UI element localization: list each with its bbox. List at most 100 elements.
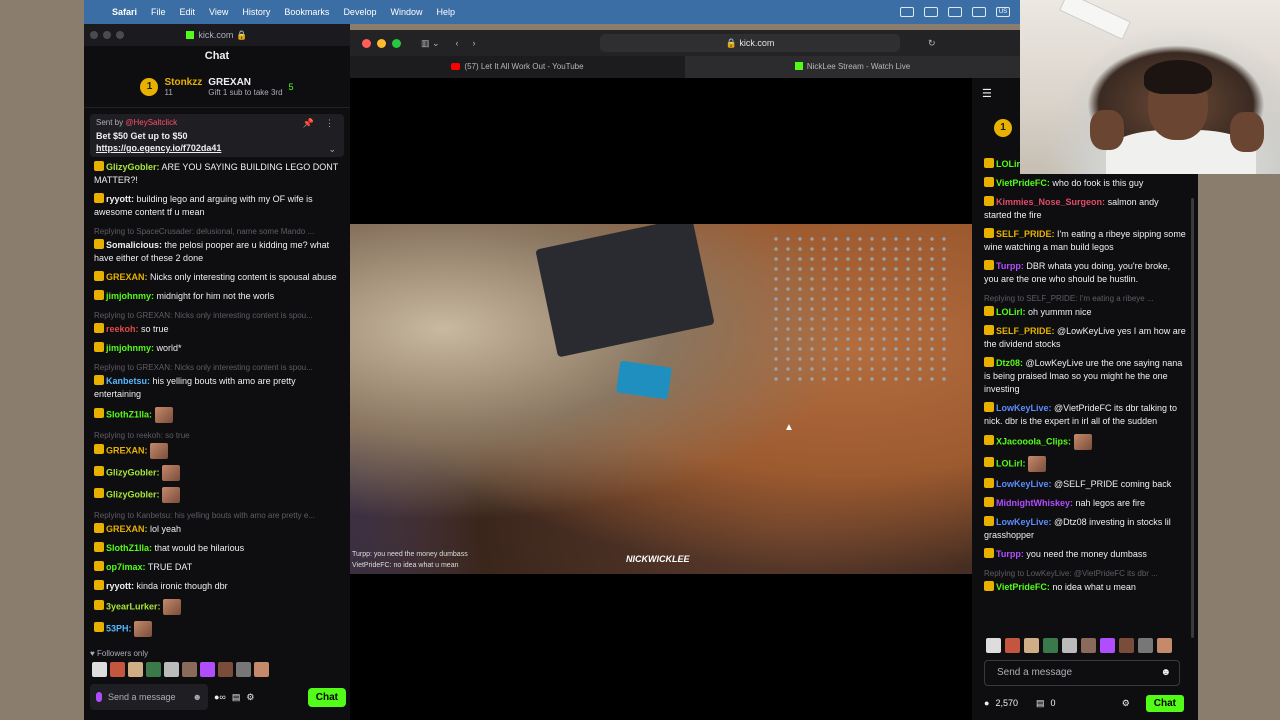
emote[interactable] (1024, 638, 1039, 653)
stream-video[interactable]: Turpp: you need the money dumbass VietPr… (350, 224, 972, 574)
emoji-icon[interactable]: ☻ (1160, 661, 1171, 685)
chat-message[interactable]: ryyott: kinda ironic though dbr (94, 580, 340, 593)
chat-message[interactable]: LowKeyLive: @Dtz08 investing in stocks l… (984, 516, 1186, 542)
tab-youtube[interactable]: (57) Let It All Work Out - YouTube (350, 56, 685, 78)
chat-message[interactable]: Replying to Kanbetsu: his yelling bouts … (94, 509, 340, 536)
username[interactable]: jimjohnmy: (106, 291, 154, 301)
emote[interactable] (1100, 638, 1115, 653)
emote[interactable] (1062, 638, 1077, 653)
reply-context[interactable]: Replying to LowKeyLive: @VietPrideFC its… (984, 567, 1186, 580)
emote[interactable] (1138, 638, 1153, 653)
username[interactable]: GREXAN: (106, 445, 148, 455)
emote[interactable] (128, 662, 143, 677)
input-source-icon[interactable]: US (996, 7, 1010, 17)
menu-help[interactable]: Help (436, 7, 455, 17)
username[interactable]: XJacooola_Clips: (996, 436, 1071, 446)
username[interactable]: ryyott: (106, 194, 134, 204)
pin-icon[interactable]: 📌 (303, 118, 314, 129)
reply-context[interactable]: Replying to GREXAN: Nicks only interesti… (94, 309, 340, 322)
minimize-dot[interactable] (103, 31, 111, 39)
chat-message[interactable]: Replying to LowKeyLive: @VietPrideFC its… (984, 567, 1186, 594)
pinned-link[interactable]: https://go.egency.io/f702da41 (96, 143, 338, 153)
menu-view[interactable]: View (209, 7, 228, 17)
menu-edit[interactable]: Edit (180, 7, 196, 17)
chat-message[interactable]: Dtz08: @LowKeyLive ure the one saying na… (984, 357, 1186, 396)
chat-message[interactable]: 3yearLurker: (94, 599, 340, 615)
chevron-down-icon[interactable]: ⌄ (328, 144, 336, 155)
emote[interactable] (1081, 638, 1096, 653)
close-button[interactable] (362, 38, 371, 48)
username[interactable]: reekoh: (106, 324, 139, 334)
viewers-icon[interactable]: ●∞ (214, 692, 226, 702)
chat-message[interactable]: op7imax: TRUE DAT (94, 561, 340, 574)
username[interactable]: SELF_PRIDE: (996, 326, 1055, 336)
emote[interactable] (236, 662, 251, 677)
keyboard-icon[interactable] (948, 7, 962, 17)
pinned-user[interactable]: @HeySaltclick (125, 118, 177, 127)
chat-message[interactable]: LOLirl: (984, 456, 1186, 472)
menu-safari[interactable]: Safari (112, 7, 137, 17)
chat-message[interactable]: Kimmies_Nose_Surgeon: salmon andy starte… (984, 196, 1186, 222)
chat-message[interactable]: jimjohnmy: midnight for him not the worl… (94, 290, 340, 303)
chat-input[interactable]: Send a message ☻ (984, 660, 1180, 686)
chat-message[interactable]: Replying to GREXAN: Nicks only interesti… (94, 309, 340, 336)
username[interactable]: GlizyGobler: (106, 162, 160, 172)
username[interactable]: ryyott: (106, 581, 134, 591)
menu-develop[interactable]: Develop (343, 7, 376, 17)
emote[interactable] (182, 662, 197, 677)
menu-window[interactable]: Window (390, 7, 422, 17)
emote[interactable] (1043, 638, 1058, 653)
username[interactable]: op7imax: (106, 562, 146, 572)
chat-message[interactable]: LowKeyLive: @SELF_PRIDE coming back (984, 478, 1186, 491)
chat-message[interactable]: GREXAN: Nicks only interesting content i… (94, 271, 340, 284)
username[interactable]: 3yearLurker: (106, 601, 161, 611)
username[interactable]: GlizyGobler: (106, 467, 160, 477)
username[interactable]: GREXAN: (106, 272, 148, 282)
reload-icon[interactable]: ↻ (928, 38, 936, 49)
leaderboard-first[interactable]: Stonkzz 11 (164, 77, 202, 97)
chat-message[interactable]: GlizyGobler: (94, 465, 340, 481)
username[interactable]: VietPrideFC: (996, 178, 1050, 188)
username[interactable]: SlothZ1lla: (106, 543, 152, 553)
username[interactable]: LOLirl: (996, 307, 1026, 317)
chat-message[interactable]: SlothZ1lla: (94, 407, 340, 423)
chat-message[interactable]: Turpp: you need the money dumbass (984, 548, 1186, 561)
chat-send-button[interactable]: Chat (307, 687, 346, 707)
username[interactable]: Turpp: (996, 261, 1024, 271)
chat-input[interactable]: Send a message ☻ (90, 684, 208, 710)
emote[interactable] (200, 662, 215, 677)
emoji-icon[interactable]: ☻ (193, 692, 202, 702)
reply-context[interactable]: Replying to GREXAN: Nicks only interesti… (94, 361, 340, 374)
username[interactable]: VietPrideFC: (996, 582, 1050, 592)
minimize-button[interactable] (377, 38, 386, 48)
close-dot[interactable] (90, 31, 98, 39)
chat-message[interactable]: Replying to GREXAN: Nicks only interesti… (94, 361, 340, 401)
username[interactable]: Kimmies_Nose_Surgeon: (996, 197, 1105, 207)
settings-icon[interactable]: ⚙ (1122, 698, 1130, 709)
username[interactable]: Somalicious: (106, 240, 162, 250)
chat-message[interactable]: GlizyGobler: ARE YOU SAYING BUILDING LEG… (94, 161, 340, 187)
leaderboard-second[interactable]: GREXAN Gift 1 sub to take 3rd (208, 77, 282, 97)
back-icon[interactable]: ‹ (456, 38, 459, 48)
store-icon[interactable]: ▤ (232, 692, 241, 703)
username[interactable]: GlizyGobler: (106, 489, 160, 499)
chat-message[interactable]: VietPrideFC: who do fook is this guy (984, 177, 1186, 190)
zoom-button[interactable] (392, 38, 401, 48)
chat-scrollbar[interactable] (1191, 198, 1194, 638)
address-bar[interactable]: 🔒 kick.com (600, 34, 900, 52)
forward-icon[interactable]: › (473, 38, 476, 48)
chat-message[interactable]: Replying to reekoh: so true GREXAN: (94, 429, 340, 459)
username[interactable]: LOLirl: (996, 458, 1026, 468)
sidebar-icon[interactable]: ▥ ⌄ (421, 38, 440, 49)
screen-record-icon[interactable] (900, 7, 914, 17)
menu-bookmarks[interactable]: Bookmarks (284, 7, 329, 17)
emote[interactable] (164, 662, 179, 677)
emote[interactable] (1157, 638, 1172, 653)
chat-message[interactable]: jimjohnmy: world* (94, 342, 340, 355)
more-options-icon[interactable]: ⋮ (325, 118, 334, 129)
username[interactable]: Turpp: (996, 549, 1024, 559)
username[interactable]: SlothZ1lla: (106, 409, 152, 419)
emote[interactable] (218, 662, 233, 677)
reply-context[interactable]: Replying to reekoh: so true (94, 429, 340, 442)
store-icon[interactable]: ▤ (1036, 698, 1045, 709)
